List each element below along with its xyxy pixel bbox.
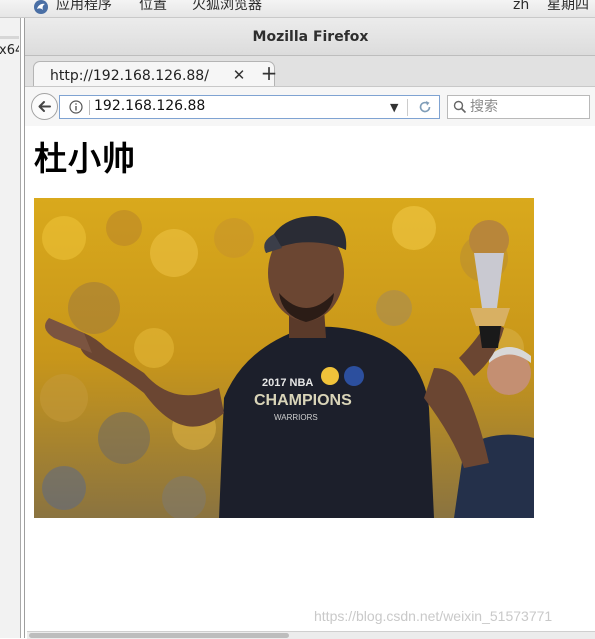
shirt-logo-ball [321,367,339,385]
history-dropdown-icon[interactable]: ▼ [390,101,398,114]
back-arrow-icon [38,101,51,112]
new-tab-button[interactable]: + [259,61,279,85]
scrollbar-thumb[interactable] [29,633,289,638]
shirt-print-line3: WARRIORS [274,413,318,422]
search-input[interactable] [470,97,585,116]
input-language-indicator[interactable]: zh [513,0,529,12]
window-title: Mozilla Firefox [25,18,595,56]
top-panel: 应用程序 位置 火狐浏览器 zh 星期四 [0,0,595,18]
navigation-toolbar: 192.168.126.88 ▼ [25,86,595,127]
clock[interactable]: 星期四 [547,0,589,12]
url-text[interactable]: 192.168.126.88 [94,98,205,114]
reload-icon[interactable] [417,99,433,115]
watermark: https://blog.csdn.net/weixin_51573771 [314,608,553,624]
champion-photo: 2017 NBA CHAMPIONS WARRIORS [34,198,534,518]
firefox-app-menu[interactable]: 火狐浏览器 [192,0,262,12]
close-tab-icon[interactable]: ✕ [232,66,246,84]
background-window-text: x64 [0,43,19,58]
applications-menu[interactable]: 应用程序 [56,0,112,12]
page-content: 杜小帅 2017 NBA CHAMPIONS WARRIORS https://… [25,126,595,631]
apps-menu-icon[interactable] [33,0,49,15]
site-info-icon[interactable] [69,100,83,114]
url-bar[interactable]: 192.168.126.88 ▼ [59,95,440,119]
page-heading: 杜小帅 [34,139,136,178]
url-bar-separator [89,100,90,115]
background-window-selection [0,36,19,39]
places-menu[interactable]: 位置 [139,0,167,12]
tab-title: http://192.168.126.88/ [50,68,209,84]
shirt-print-line1: 2017 NBA [262,377,313,389]
url-bar-separator-2 [407,99,408,116]
search-icon [453,100,467,114]
shirt-print-line2: CHAMPIONS [254,392,352,409]
back-button[interactable] [31,93,58,120]
shirt-logo-warriors [344,366,364,386]
firefox-window: Mozilla Firefox http://192.168.126.88/ ✕… [24,18,595,639]
background-window: x64 [0,18,21,638]
search-box[interactable] [447,95,590,119]
